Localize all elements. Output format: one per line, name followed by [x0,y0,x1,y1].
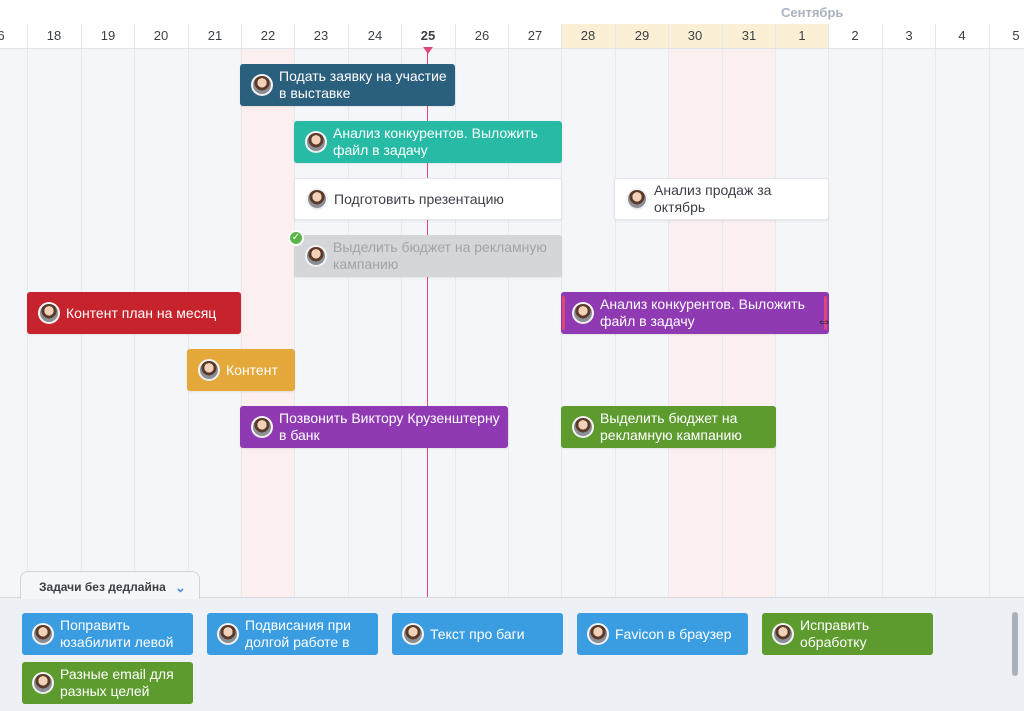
day-header-3: 3 [882,24,935,48]
task-label: Выделить бюджет на рекламную кампанию [600,410,742,443]
task-bar[interactable]: Анализ конкурентов. Выложить файл в зада… [294,121,562,163]
task-label: Подать заявку на участие в выставке [279,68,447,101]
day-header-27: 27 [508,24,561,48]
day-header-23: 23 [294,24,347,48]
task-bar-selected[interactable]: Анализ конкурентов. Выложить файл в зада… [561,292,829,334]
task-label: Контент план на месяц [66,304,217,321]
task-label: Контент [226,361,278,378]
timeline-header: Сентябрь 6 18 19 20 21 22 23 24 25 26 27 28 29 30 31 1 2… [0,0,1024,49]
day-header-22: 22 [241,24,294,48]
day-header-30: 30 [668,24,721,48]
day-header-1: 1 [775,24,828,48]
card-label: Поправить юзабилити левой [60,617,174,650]
task-label: Выделить бюджет на рекламную кампанию [333,239,547,272]
grid-column-line [989,49,990,598]
user-avatar [38,302,60,324]
card-label: Разные email для разных целей [60,666,174,699]
task-bar[interactable]: Контент [187,349,295,391]
user-avatar [251,74,273,96]
user-avatar [772,623,794,645]
day-header-6: 6 [0,24,27,48]
card-label: Текст про баги [430,625,525,642]
no-deadline-tab[interactable]: Задачи без дедлайна ⌄ [20,571,200,599]
card-label: Исправить обработку [800,617,870,650]
tab-label: Задачи без дедлайна [39,580,166,594]
task-bar-completed[interactable]: Выделить бюджет на рекламную кампанию [294,235,562,277]
day-header-21: 21 [188,24,241,48]
day-header-4: 4 [935,24,988,48]
user-avatar [572,302,594,324]
month-label: Сентябрь [781,5,844,20]
weekend-column [240,49,294,598]
no-deadline-card[interactable]: Разные email для разных целей [22,662,193,704]
task-bar[interactable]: Подать заявку на участие в выставке [240,64,455,106]
day-header-28: 28 [561,24,614,48]
user-avatar [32,672,54,694]
resize-cursor-icon: ⇔ [816,313,832,330]
no-deadline-card[interactable]: Текст про баги [392,613,563,655]
task-label: Анализ конкурентов. Выложить файл в зада… [333,125,538,158]
grid-column-line [935,49,936,598]
user-avatar [305,131,327,153]
user-avatar [626,188,648,210]
user-avatar [572,416,594,438]
user-avatar [306,188,328,210]
user-avatar [402,623,424,645]
no-deadline-card[interactable]: Favicon в браузер [577,613,748,655]
day-header-18: 18 [27,24,80,48]
resize-handle-left[interactable] [562,296,565,330]
day-header-20: 20 [134,24,187,48]
scrollbar[interactable] [1012,612,1018,676]
chevron-down-icon[interactable]: ⌄ [175,573,186,603]
grid-column-line [882,49,883,598]
user-avatar [217,623,239,645]
day-header-29: 29 [615,24,668,48]
day-header-26: 26 [455,24,508,48]
task-bar[interactable]: Позвонить Виктору Крузенштерну в банк [240,406,508,448]
day-header-25: 25 [401,24,454,48]
card-label: Favicon в браузер [615,625,732,642]
no-deadline-card[interactable]: Поправить юзабилити левой [22,613,193,655]
user-avatar [587,623,609,645]
no-deadline-card[interactable]: Исправить обработку [762,613,933,655]
day-header-24: 24 [348,24,401,48]
task-label: Позвонить Виктору Крузенштерну в банк [279,410,500,443]
user-avatar [32,623,54,645]
task-bar[interactable]: Подготовить презентацию [294,178,562,220]
completed-check-icon: ✓ [288,230,304,246]
task-bar[interactable]: Выделить бюджет на рекламную кампанию [561,406,776,448]
task-label: Подготовить презентацию [334,190,504,207]
user-avatar [251,416,273,438]
task-bar[interactable]: Контент план на месяц [27,292,241,334]
day-header-5: 5 [989,24,1024,48]
grid-column-line [241,49,242,598]
no-deadline-card[interactable]: Подвисания при долгой работе в [207,613,378,655]
user-avatar [198,359,220,381]
user-avatar [305,245,327,267]
day-header-31: 31 [722,24,775,48]
task-label: Анализ продаж за октябрь [654,182,772,215]
day-header-2: 2 [828,24,881,48]
today-marker [423,47,433,54]
day-header-19: 19 [81,24,134,48]
card-label: Подвисания при долгой работе в [245,617,351,650]
task-bar[interactable]: Анализ продаж за октябрь [614,178,829,220]
task-label: Анализ конкурентов. Выложить файл в зада… [600,296,805,329]
